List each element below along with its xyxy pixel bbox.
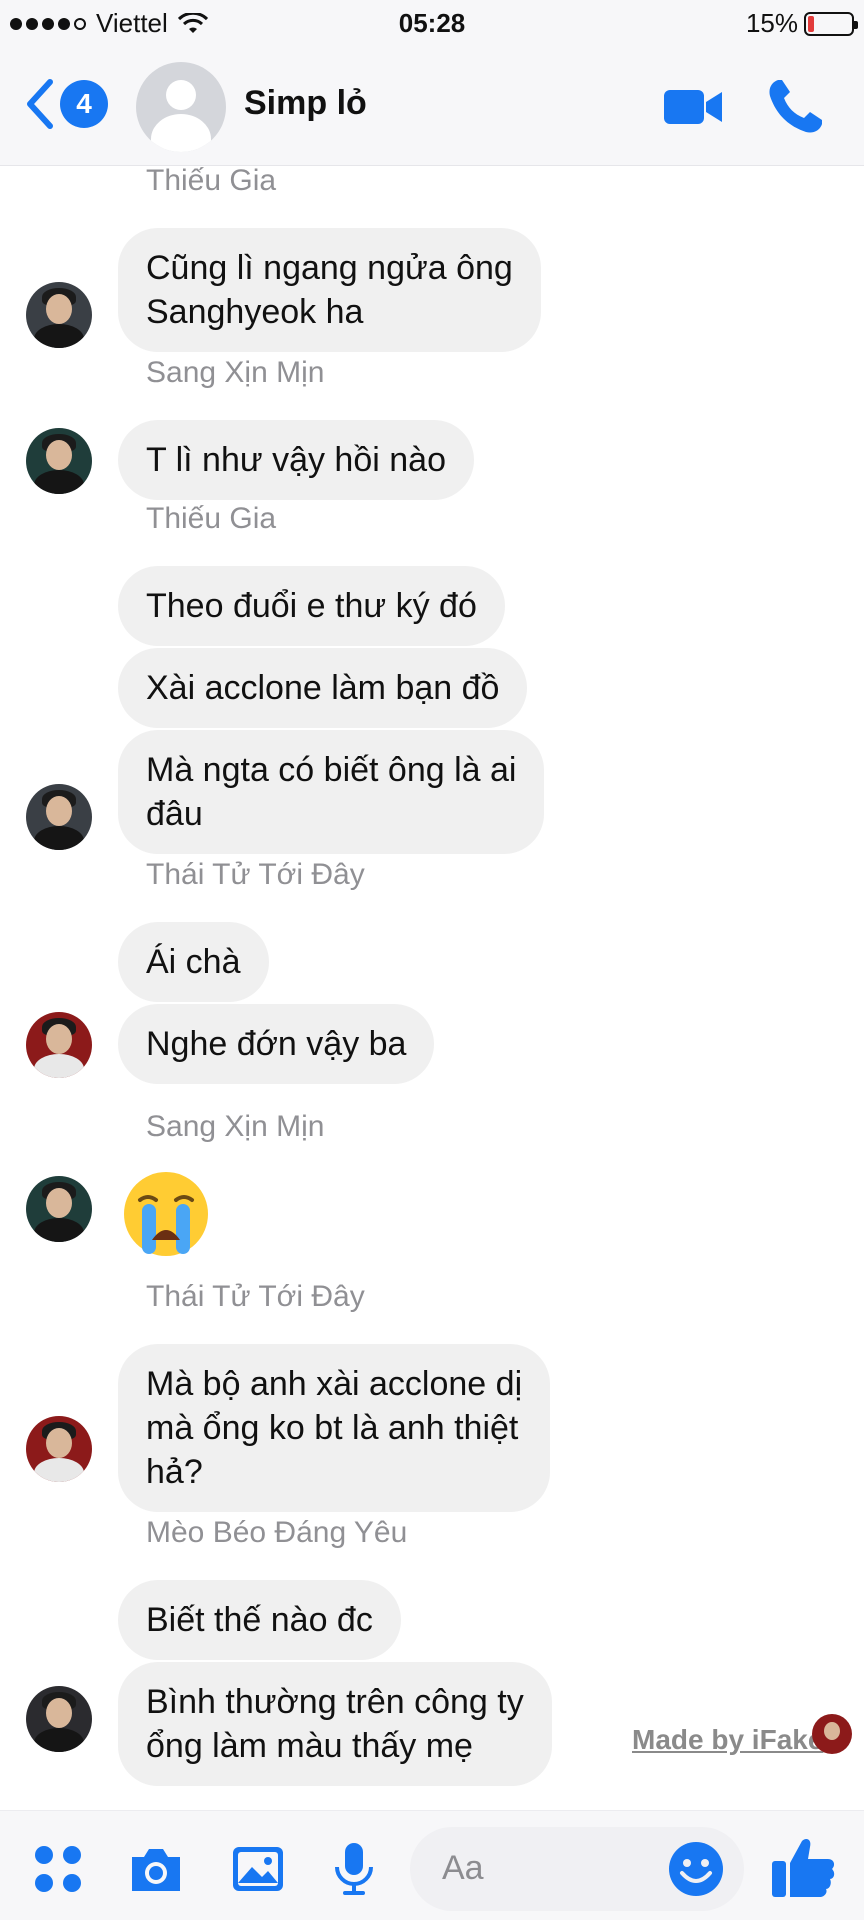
battery-icon	[804, 11, 858, 36]
avatar[interactable]	[26, 784, 92, 850]
message-input[interactable]: Aa	[410, 1827, 744, 1911]
battery-percent: 15%	[745, 8, 798, 38]
microphone-icon[interactable]	[326, 1841, 382, 1897]
message-bubble[interactable]: Xài acclone làm bạn đồ	[118, 648, 528, 728]
emoji-icon[interactable]	[668, 1841, 724, 1897]
video-call-icon[interactable]	[662, 78, 724, 136]
avatar[interactable]	[26, 1416, 92, 1482]
message-line: hả?	[146, 1453, 203, 1491]
watermark-avatar	[812, 1714, 852, 1754]
avatar[interactable]	[26, 1176, 92, 1242]
unread-badge: 4	[60, 80, 108, 128]
message-line: Biết thế nào đc	[146, 1601, 373, 1639]
message-bubble[interactable]: Nghe đớn vậy ba	[118, 1004, 435, 1084]
composer-bar: Aa	[0, 1810, 864, 1920]
message-bubble[interactable]: Mà ngta có biết ông là ai đâu	[118, 730, 545, 854]
avatar[interactable]	[26, 1686, 92, 1752]
message-line: Theo đuổi e thư ký đó	[146, 587, 477, 625]
message-bubble[interactable]: Biết thế nào đc	[118, 1580, 401, 1660]
group-avatar[interactable]	[136, 62, 226, 152]
message-line: Mà ngta có biết ông là ai	[146, 751, 517, 789]
avatar[interactable]	[26, 1012, 92, 1078]
message-line: Bình thường trên công ty	[146, 1683, 524, 1721]
message-list[interactable]: Thiếu Gia Cũng lì ngang ngửa ông Sanghye…	[0, 164, 864, 1810]
message-line: Mà bộ anh xài acclone dị	[146, 1365, 523, 1403]
camera-icon[interactable]	[128, 1841, 184, 1897]
message-line: Ái chà	[146, 943, 241, 981]
avatar[interactable]	[26, 428, 92, 494]
avatar[interactable]	[26, 282, 92, 348]
message-bubble[interactable]: Bình thường trên công ty ổng làm màu thấ…	[118, 1662, 552, 1786]
status-right: 15%	[745, 8, 858, 39]
message-bubble[interactable]: Theo đuổi e thư ký đó	[118, 566, 505, 646]
message-line: đâu	[146, 795, 203, 833]
crying-face-icon[interactable]	[122, 1170, 210, 1258]
thumbs-up-icon[interactable]	[770, 1835, 836, 1899]
chat-title[interactable]: Simp lỏ	[244, 84, 367, 123]
sender-name: Thái Tử Tới Đây	[146, 1280, 365, 1313]
apps-grid-icon[interactable]	[30, 1841, 86, 1897]
chevron-left-icon	[27, 79, 53, 129]
sender-name: Sang Xịn Mịn	[146, 1110, 325, 1143]
input-placeholder: Aa	[442, 1849, 484, 1887]
sender-name: Thiếu Gia	[146, 164, 277, 197]
message-line: Xài acclone làm bạn đồ	[146, 669, 500, 707]
message-line: Cũng lì ngang ngửa ông	[146, 249, 513, 287]
message-bubble[interactable]: Ái chà	[118, 922, 269, 1002]
message-line: Sanghyeok ha	[146, 293, 364, 331]
message-line: mà ổng ko bt là anh thiệt	[146, 1409, 519, 1447]
sender-name: Sang Xịn Mịn	[146, 356, 325, 389]
watermark: Made by iFake	[632, 1724, 824, 1755]
phone-icon[interactable]	[764, 76, 826, 138]
chat-header: 4 Simp lỏ	[0, 48, 864, 166]
sender-name: Mèo Béo Đáng Yêu	[146, 1516, 408, 1549]
message-bubble[interactable]: Cũng lì ngang ngửa ông Sanghyeok ha	[118, 228, 541, 352]
message-bubble[interactable]: Mà bộ anh xài acclone dị mà ổng ko bt là…	[118, 1344, 551, 1512]
back-button[interactable]: 4	[22, 76, 108, 132]
sender-name: Thiếu Gia	[146, 502, 277, 535]
sender-name: Thái Tử Tới Đây	[146, 858, 365, 891]
message-line: Nghe đớn vậy ba	[146, 1025, 407, 1063]
message-bubble[interactable]: T lì như vậy hồi nào	[118, 420, 474, 500]
message-line: T lì như vậy hồi nào	[146, 441, 446, 479]
status-bar: Viettel 05:28 15%	[0, 0, 864, 48]
status-time: 05:28	[398, 8, 466, 38]
message-line: ổng làm màu thấy mẹ	[146, 1727, 473, 1765]
photo-icon[interactable]	[230, 1841, 286, 1897]
